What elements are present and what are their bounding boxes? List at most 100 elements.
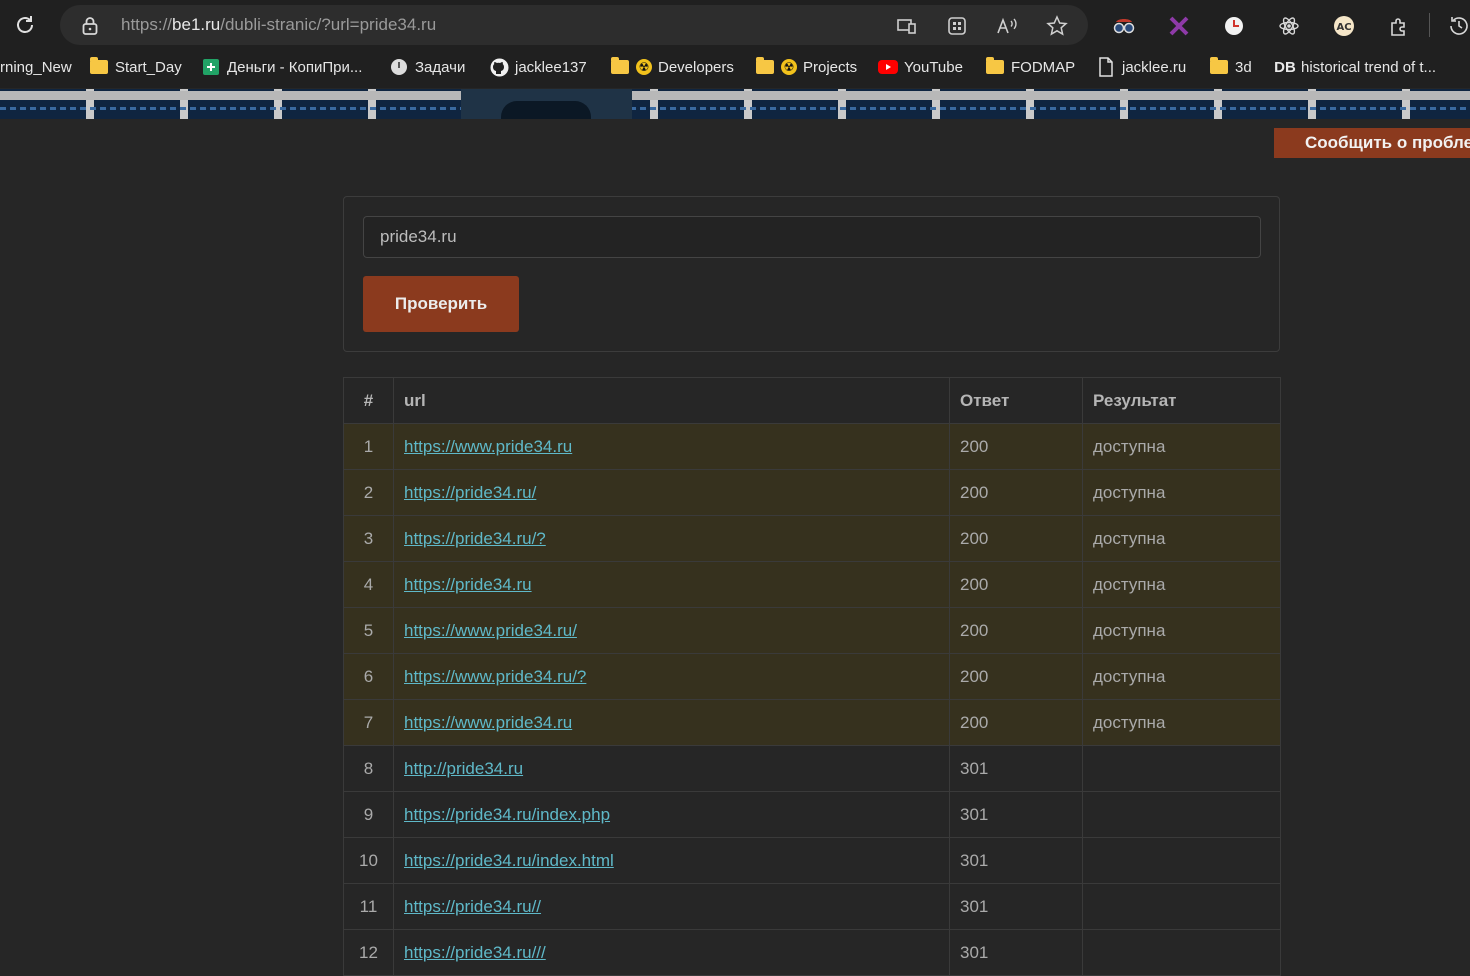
bookmark-historical-trend[interactable]: DB historical trend of t...	[1274, 50, 1437, 84]
bookmark-label: Задачи	[415, 58, 466, 76]
toolbar-separator	[1429, 13, 1430, 37]
column-header-response: Ответ	[949, 377, 1083, 424]
url-cell: https://www.pride34.ru	[393, 699, 950, 746]
results-table: # url Ответ Результат 1 https://www.pride…	[343, 377, 1281, 976]
table-row: 4 https://pride34.ru 200 доступна	[343, 561, 1281, 608]
url-link[interactable]: https://pride34.ru///	[404, 943, 546, 962]
bookmark-jacklee-ru[interactable]: jacklee.ru	[1096, 50, 1186, 84]
row-number: 12	[343, 929, 394, 976]
folder-icon	[985, 57, 1005, 77]
url-cell: https://www.pride34.ru/?	[393, 653, 950, 700]
bookmark-morning-new[interactable]: rning_New	[0, 50, 72, 84]
table-row: 12 https://pride34.ru/// 301	[343, 929, 1281, 976]
app-available-icon[interactable]	[895, 14, 919, 38]
svg-text:AC: AC	[1336, 22, 1351, 33]
url-link[interactable]: https://pride34.ru	[404, 575, 532, 594]
result-cell: доступна	[1082, 607, 1281, 654]
glasses-extension-icon[interactable]	[1111, 13, 1137, 39]
bookmark-developers[interactable]: ☢ Developers	[610, 50, 734, 84]
bookmark-youtube[interactable]: YouTube	[878, 50, 963, 84]
bookmark-start-day[interactable]: Start_Day	[89, 50, 182, 84]
react-devtools-icon[interactable]	[1276, 13, 1302, 39]
address-url[interactable]: https://be1.ru/dubli-stranic/?url=pride3…	[121, 15, 436, 35]
table-row: 10 https://pride34.ru/index.html 301	[343, 837, 1281, 884]
folder-icon	[89, 57, 109, 77]
url-cell: https://pride34.ru///	[393, 929, 950, 976]
bookmark-label: YouTube	[904, 58, 963, 76]
page-icon	[1096, 57, 1116, 77]
folder-icon	[610, 57, 630, 77]
table-row: 6 https://www.pride34.ru/? 200 доступна	[343, 653, 1281, 700]
bookmark-3d[interactable]: 3d	[1209, 50, 1252, 84]
browser-toolbar: https://be1.ru/dubli-stranic/?url=pride3…	[0, 0, 1470, 50]
url-link[interactable]: http://pride34.ru	[404, 759, 523, 778]
bookmark-zadachi[interactable]: Задачи	[389, 50, 465, 84]
report-problem-button[interactable]: Сообщить о пробле	[1274, 128, 1470, 158]
row-number: 7	[343, 699, 394, 746]
folder-icon	[755, 57, 775, 77]
row-number: 11	[343, 883, 394, 930]
table-row: 7 https://www.pride34.ru 200 доступна	[343, 699, 1281, 746]
result-cell	[1082, 745, 1281, 792]
bookmarks-bar: rning_New Start_Day Деньги - КопиПри... …	[0, 50, 1470, 88]
check-button[interactable]: Проверить	[363, 276, 519, 332]
row-number: 2	[343, 469, 394, 516]
url-link[interactable]: https://pride34.ru/	[404, 483, 536, 502]
read-aloud-icon[interactable]	[995, 14, 1019, 38]
youtube-icon	[878, 57, 898, 77]
github-icon	[489, 57, 509, 77]
row-number: 5	[343, 607, 394, 654]
bookmark-label: historical trend of t...	[1301, 58, 1437, 76]
row-number: 4	[343, 561, 394, 608]
table-row: 5 https://www.pride34.ru/200 доступна	[343, 607, 1281, 654]
result-cell	[1082, 929, 1281, 976]
bookmark-label: FODMAP	[1011, 58, 1076, 76]
bookmark-dengi[interactable]: Деньги - КопиПри...	[201, 50, 362, 84]
result-cell: доступна	[1082, 653, 1281, 700]
radiation-icon: ☢	[636, 59, 652, 75]
bookmark-label: Developers	[658, 58, 734, 76]
bookmark-label: 3d	[1235, 58, 1252, 76]
url-link[interactable]: https://www.pride34.ru/	[404, 621, 577, 640]
url-link[interactable]: https://pride34.ru//	[404, 897, 541, 916]
bookmark-label: Projects	[803, 58, 858, 76]
url-input[interactable]: pride34.ru	[363, 216, 1261, 258]
url-cell: https://pride34.ru	[393, 561, 950, 608]
bookmark-fodmap[interactable]: FODMAP	[985, 50, 1075, 84]
bookmark-label: rning_New	[0, 58, 72, 76]
url-cell: https://pride34.ru/?	[393, 515, 950, 562]
extensions-puzzle-icon[interactable]	[1386, 13, 1412, 39]
url-link[interactable]: https://www.pride34.ru	[404, 437, 572, 456]
table-row: 3 https://pride34.ru/? 200 доступна	[343, 515, 1281, 562]
result-cell	[1082, 791, 1281, 838]
url-link[interactable]: https://pride34.ru/index.php	[404, 805, 610, 824]
url-link[interactable]: https://pride34.ru/?	[404, 529, 546, 548]
result-cell: доступна	[1082, 515, 1281, 562]
url-link[interactable]: https://www.pride34.ru/?	[404, 667, 586, 686]
address-bar[interactable]: https://be1.ru/dubli-stranic/?url=pride3…	[60, 5, 1088, 45]
response-code-cell: 301	[949, 837, 1083, 884]
result-cell	[1082, 883, 1281, 930]
url-link[interactable]: https://www.pride34.ru	[404, 713, 572, 732]
row-number: 6	[343, 653, 394, 700]
lock-icon[interactable]	[82, 16, 98, 40]
table-row: 9 https://pride34.ru/index.php 301	[343, 791, 1281, 838]
response-code-cell: 200	[949, 423, 1083, 470]
response-code-cell: 200	[949, 699, 1083, 746]
column-header-url: url	[393, 377, 950, 424]
reload-icon[interactable]	[8, 8, 42, 42]
column-header-number: #	[343, 377, 394, 424]
bookmark-projects[interactable]: ☢ Projects	[755, 50, 857, 84]
ac-extension-icon[interactable]: AC	[1331, 13, 1357, 39]
response-code-cell: 301	[949, 745, 1083, 792]
clock-extension-icon[interactable]	[1221, 13, 1247, 39]
bookmark-jacklee137[interactable]: jacklee137	[489, 50, 587, 84]
favorite-star-icon[interactable]	[1045, 14, 1069, 38]
url-link[interactable]: https://pride34.ru/index.html	[404, 851, 614, 870]
history-icon[interactable]	[1446, 13, 1470, 39]
url-cell: https://www.pride34.ru	[393, 423, 950, 470]
grid-apps-icon[interactable]	[945, 14, 969, 38]
circle-app-icon	[389, 57, 409, 77]
row-number: 3	[343, 515, 394, 562]
x-extension-icon[interactable]	[1166, 13, 1192, 39]
